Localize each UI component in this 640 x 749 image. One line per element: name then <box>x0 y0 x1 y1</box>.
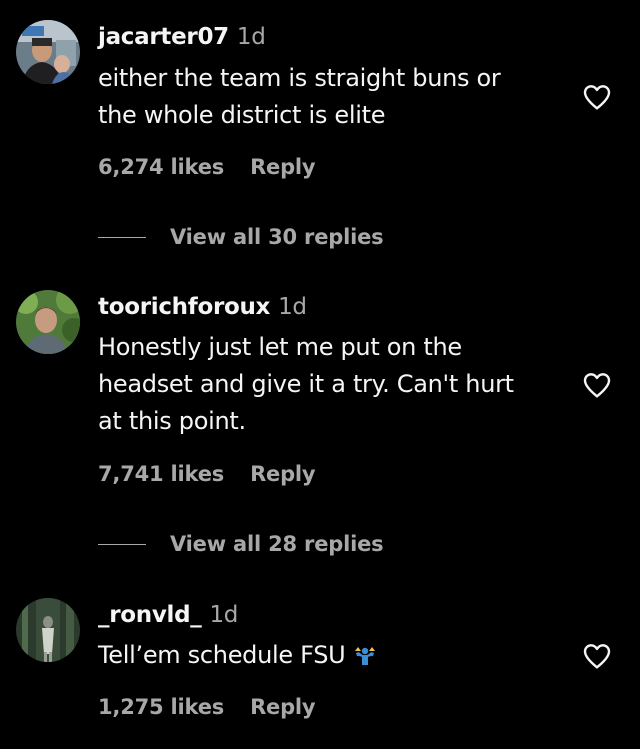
comment-text-line: either the team is straight buns or <box>98 64 501 92</box>
divider-line <box>98 236 146 238</box>
comment-text-line: Tell’em schedule FSU <box>98 637 377 674</box>
likes-count[interactable]: 7,741 likes <box>98 462 224 486</box>
comment-meta: 7,741 likes Reply <box>98 462 316 486</box>
comment-text: either the team is straight buns or the … <box>98 60 501 134</box>
comment-time: 1d <box>209 602 239 628</box>
comment-username[interactable]: jacarter07 1d <box>98 24 266 50</box>
reply-button[interactable]: Reply <box>250 155 316 179</box>
avatar[interactable] <box>16 20 80 84</box>
comment-time: 1d <box>236 24 266 50</box>
comment-text-content: Tell’em schedule FSU <box>98 641 346 669</box>
heart-outline-icon[interactable] <box>581 369 613 401</box>
likes-count[interactable]: 6,274 likes <box>98 155 224 179</box>
heart-outline-icon[interactable] <box>581 81 613 113</box>
avatar[interactable] <box>16 290 80 354</box>
comment-meta: 1,275 likes Reply <box>98 695 316 719</box>
comment-text-line: the whole district is elite <box>98 101 386 129</box>
comment-text-line: headset and give it a try. Can't hurt <box>98 370 514 398</box>
reply-button[interactable]: Reply <box>250 695 316 719</box>
view-replies-label[interactable]: View all 30 replies <box>170 225 384 249</box>
likes-count[interactable]: 1,275 likes <box>98 695 224 719</box>
heart-outline-icon[interactable] <box>581 640 613 672</box>
view-replies-button[interactable]: View all 30 replies <box>98 225 384 249</box>
reply-button[interactable]: Reply <box>250 462 316 486</box>
divider-line <box>98 543 146 545</box>
comment-meta: 6,274 likes Reply <box>98 155 316 179</box>
avatar[interactable] <box>16 598 80 662</box>
username-text[interactable]: jacarter07 <box>98 24 229 50</box>
comment-text: Honestly just let me put on the headset … <box>98 329 514 440</box>
view-replies-button[interactable]: View all 28 replies <box>98 532 384 556</box>
comment-username[interactable]: _ronvld_ 1d <box>98 602 238 628</box>
comment-text-line: Honestly just let me put on the <box>98 333 462 361</box>
person-shrugging-emoji <box>355 647 376 665</box>
username-text[interactable]: _ronvld_ <box>98 602 202 628</box>
username-text[interactable]: toorichforoux <box>98 294 270 320</box>
comment-text-line: at this point. <box>98 407 246 435</box>
comment-text: Tell’em schedule FSU <box>98 637 377 674</box>
view-replies-label[interactable]: View all 28 replies <box>170 532 384 556</box>
comment-username[interactable]: toorichforoux 1d <box>98 294 307 320</box>
comment-time: 1d <box>278 294 307 320</box>
